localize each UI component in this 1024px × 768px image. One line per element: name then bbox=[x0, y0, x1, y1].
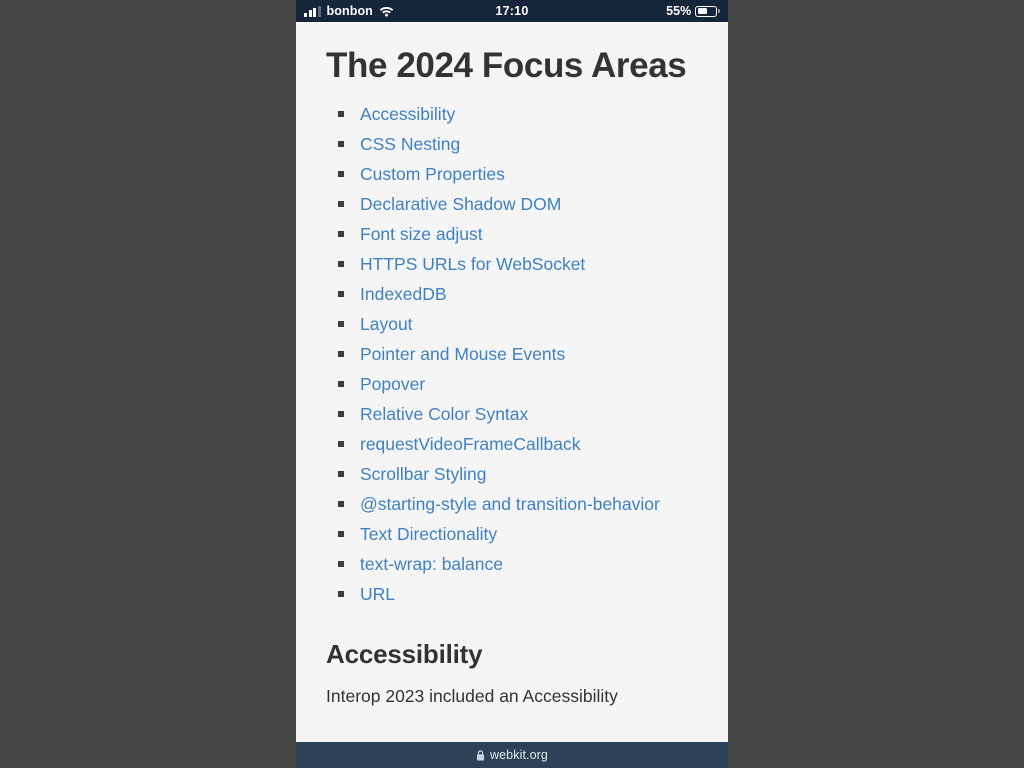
list-item: requestVideoFrameCallback bbox=[326, 429, 698, 459]
page-title: The 2024 Focus Areas bbox=[326, 46, 687, 85]
list-item: IndexedDB bbox=[326, 279, 698, 309]
focus-area-link-custom-properties[interactable]: Custom Properties bbox=[360, 164, 505, 184]
focus-areas-list: Accessibility CSS Nesting Custom Propert… bbox=[326, 88, 698, 609]
list-item: text-wrap: balance bbox=[326, 549, 698, 579]
list-item: Text Directionality bbox=[326, 519, 698, 549]
list-item: Custom Properties bbox=[326, 159, 698, 189]
focus-area-link-indexeddb[interactable]: IndexedDB bbox=[360, 284, 447, 304]
phone-browser-viewport: bonbon 17:10 55% The 2024 Focus Areas Ac… bbox=[296, 0, 728, 768]
list-item: Scrollbar Styling bbox=[326, 459, 698, 489]
focus-area-link-css-nesting[interactable]: CSS Nesting bbox=[360, 134, 460, 154]
focus-area-link-pointer-and-mouse-events[interactable]: Pointer and Mouse Events bbox=[360, 344, 565, 364]
focus-area-link-declarative-shadow-dom[interactable]: Declarative Shadow DOM bbox=[360, 194, 561, 214]
status-bar-right-group: 55% bbox=[570, 4, 728, 18]
list-item: URL bbox=[326, 579, 698, 609]
list-item: Declarative Shadow DOM bbox=[326, 189, 698, 219]
list-item: Pointer and Mouse Events bbox=[326, 339, 698, 369]
focus-area-link-font-size-adjust[interactable]: Font size adjust bbox=[360, 224, 483, 244]
focus-area-link-text-directionality[interactable]: Text Directionality bbox=[360, 524, 497, 544]
status-bar: bonbon 17:10 55% bbox=[296, 0, 728, 22]
list-item: HTTPS URLs for WebSocket bbox=[326, 249, 698, 279]
list-item: Accessibility bbox=[326, 99, 698, 129]
web-page-content: The 2024 Focus Areas Accessibility CSS N… bbox=[296, 22, 728, 742]
wifi-icon bbox=[379, 5, 394, 17]
list-item: Popover bbox=[326, 369, 698, 399]
status-bar-left-group: bonbon bbox=[296, 4, 454, 18]
focus-area-link-starting-style-and-transition-behavior[interactable]: @starting-style and transition-behavior bbox=[360, 494, 660, 514]
cellular-signal-icon bbox=[304, 5, 321, 17]
status-bar-clock: 17:10 bbox=[495, 4, 529, 18]
focus-area-link-scrollbar-styling[interactable]: Scrollbar Styling bbox=[360, 464, 486, 484]
carrier-name: bonbon bbox=[326, 4, 373, 18]
battery-percentage-label: 55% bbox=[666, 4, 692, 18]
section-paragraph: Interop 2023 included an Accessibility bbox=[326, 686, 618, 706]
list-item: Relative Color Syntax bbox=[326, 399, 698, 429]
focus-area-link-accessibility[interactable]: Accessibility bbox=[360, 104, 455, 124]
list-item: CSS Nesting bbox=[326, 129, 698, 159]
list-item: Layout bbox=[326, 309, 698, 339]
focus-area-link-popover[interactable]: Popover bbox=[360, 374, 425, 394]
focus-area-link-url[interactable]: URL bbox=[360, 584, 395, 604]
lock-icon bbox=[476, 749, 485, 761]
list-item: Font size adjust bbox=[326, 219, 698, 249]
focus-area-link-layout[interactable]: Layout bbox=[360, 314, 413, 334]
battery-icon bbox=[695, 5, 720, 17]
url-text: webkit.org bbox=[490, 748, 548, 762]
focus-area-link-relative-color-syntax[interactable]: Relative Color Syntax bbox=[360, 404, 528, 424]
browser-url-bar[interactable]: webkit.org bbox=[296, 742, 728, 768]
focus-area-link-requestvideoframecallback[interactable]: requestVideoFrameCallback bbox=[360, 434, 581, 454]
list-item: @starting-style and transition-behavior bbox=[326, 489, 698, 519]
focus-area-link-text-wrap-balance[interactable]: text-wrap: balance bbox=[360, 554, 503, 574]
focus-area-link-https-urls-for-websocket[interactable]: HTTPS URLs for WebSocket bbox=[360, 254, 585, 274]
section-heading-accessibility: Accessibility bbox=[326, 639, 483, 669]
